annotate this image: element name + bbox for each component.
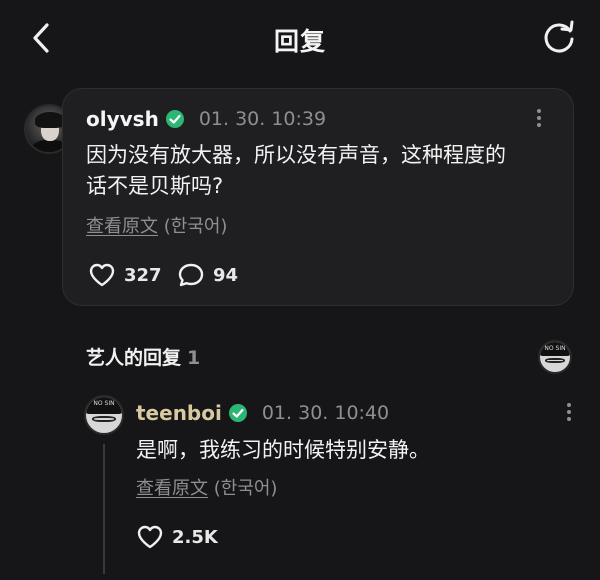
more-options-button[interactable]	[531, 106, 547, 132]
reply-view-original-link[interactable]: 查看原文	[136, 478, 208, 499]
reply-translate-row: 查看原文 (한국어)	[136, 474, 277, 500]
comment-meta: olyvsh 01. 30. 10:39	[86, 107, 326, 131]
cap-text: NO SIN	[544, 345, 566, 352]
refresh-icon	[544, 20, 574, 53]
verified-badge-icon	[165, 110, 184, 128]
reply-original-language-label: (한국어)	[213, 478, 278, 499]
reply-timestamp: 01. 30. 10:40	[261, 402, 390, 424]
original-language-label: (한국어)	[163, 216, 228, 237]
reply-avatar[interactable]: NO SIN	[84, 395, 124, 435]
heart-icon	[137, 525, 163, 549]
view-original-link[interactable]: 查看原文	[86, 216, 158, 237]
comment-text-line: 因为没有放大器，所以没有声音，这种程度的	[86, 143, 506, 167]
comment-text-line: 话不是贝斯吗?	[86, 174, 224, 198]
comment-username[interactable]: olyvsh	[86, 107, 159, 131]
comment-timestamp: 01. 30. 10:39	[198, 108, 327, 130]
artist-replies-count: 1	[187, 347, 201, 369]
artist-avatar[interactable]: NO SIN	[538, 340, 572, 374]
heart-icon	[89, 263, 115, 287]
artist-replies-title: 艺人的回复	[86, 347, 182, 369]
reply-more-options-button[interactable]	[561, 400, 577, 426]
reply-count-button[interactable]: 94	[177, 262, 238, 288]
reply-like-button[interactable]: 2.5K	[136, 524, 218, 550]
reply-text: 是啊，我练习的时候特别安静。	[136, 438, 430, 462]
like-count: 327	[124, 264, 162, 286]
cap-text: NO SIN	[93, 400, 115, 407]
header: 回复	[0, 0, 600, 76]
translate-row: 查看原文 (한국어)	[86, 212, 227, 238]
artist-replies-header: 艺人的回复 1	[86, 343, 200, 370]
like-button[interactable]: 327	[88, 262, 162, 288]
reply-username[interactable]: teenboi	[136, 401, 222, 425]
thread-line	[103, 444, 105, 574]
reply-meta: teenboi 01. 30. 10:40	[136, 401, 389, 425]
more-dots-icon	[537, 109, 541, 113]
refresh-button[interactable]	[540, 19, 578, 57]
comment-bubble-icon	[178, 263, 204, 287]
reply-like-count: 2.5K	[172, 526, 218, 548]
verified-badge-icon	[228, 404, 247, 422]
reply-count: 94	[213, 264, 239, 286]
page-title: 回复	[273, 27, 326, 56]
screen: 回复 olyvsh 01. 30. 10:39 因为没有放大器，所以没有声音，这…	[0, 0, 600, 580]
more-dots-icon	[567, 403, 571, 407]
comment-text: 因为没有放大器，所以没有声音，这种程度的 话不是贝斯吗?	[86, 140, 506, 202]
